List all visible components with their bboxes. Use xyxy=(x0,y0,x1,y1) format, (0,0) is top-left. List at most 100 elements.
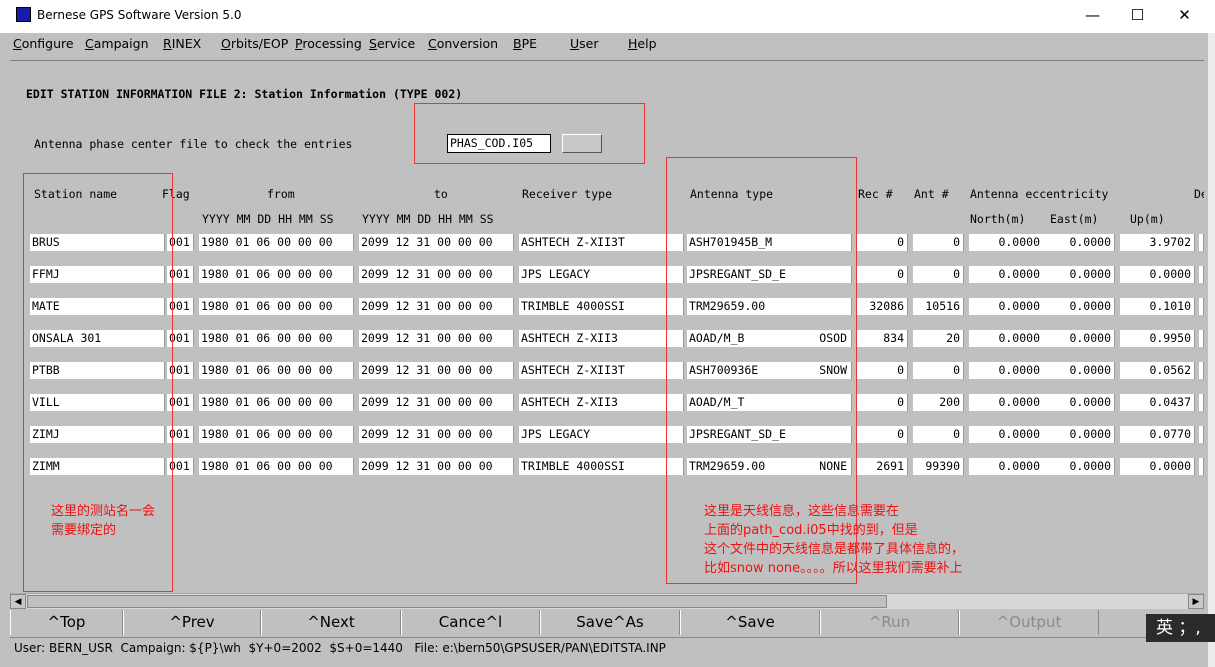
from-date-field[interactable]: 1980 01 06 00 00 00 xyxy=(199,394,354,411)
menu-bpe[interactable]: BPE xyxy=(513,36,537,51)
output-button[interactable]: ^Output xyxy=(959,610,1099,635)
horizontal-scrollbar[interactable]: ◀ ▶ xyxy=(10,593,1204,609)
up-field[interactable]: 3.9702 xyxy=(1120,234,1195,251)
cancel-button[interactable]: Cance^l xyxy=(401,610,540,635)
north-field[interactable]: 0.0000 xyxy=(969,394,1044,411)
east-field[interactable]: 0.0000 xyxy=(1040,234,1115,251)
receiver-type-field[interactable]: ASHTECH Z-XII3T xyxy=(519,362,684,379)
menu-service[interactable]: Service xyxy=(369,36,415,51)
from-date-field[interactable]: 1980 01 06 00 00 00 xyxy=(199,266,354,283)
north-field[interactable]: 0.0000 xyxy=(969,234,1044,251)
rec-number-field[interactable]: 0 xyxy=(857,266,908,283)
description-field[interactable] xyxy=(1199,234,1204,251)
east-field[interactable]: 0.0000 xyxy=(1040,330,1115,347)
up-field[interactable]: 0.9950 xyxy=(1120,330,1195,347)
ant-number-field[interactable]: 0 xyxy=(913,362,964,379)
rec-number-field[interactable]: 0 xyxy=(857,234,908,251)
up-field[interactable]: 0.1010 xyxy=(1120,298,1195,315)
top-button[interactable]: ^Top xyxy=(10,610,123,635)
header-to: to xyxy=(434,187,448,201)
east-field[interactable]: 0.0000 xyxy=(1040,458,1115,475)
to-date-field[interactable]: 2099 12 31 00 00 00 xyxy=(359,234,514,251)
up-field[interactable]: 0.0000 xyxy=(1120,458,1195,475)
north-field[interactable]: 0.0000 xyxy=(969,298,1044,315)
close-button[interactable]: ✕ xyxy=(1162,0,1207,31)
north-field[interactable]: 0.0000 xyxy=(969,266,1044,283)
menu-help[interactable]: Help xyxy=(628,36,657,51)
from-date-field[interactable]: 1980 01 06 00 00 00 xyxy=(199,362,354,379)
next-button[interactable]: ^Next xyxy=(261,610,401,635)
up-field[interactable]: 0.0437 xyxy=(1120,394,1195,411)
ant-number-field[interactable]: 0 xyxy=(913,426,964,443)
east-field[interactable]: 0.0000 xyxy=(1040,426,1115,443)
menu-campaign[interactable]: Campaign xyxy=(85,36,149,51)
to-date-field[interactable]: 2099 12 31 00 00 00 xyxy=(359,426,514,443)
save-button[interactable]: ^Save xyxy=(680,610,820,635)
receiver-type-field[interactable]: ASHTECH Z-XII3 xyxy=(519,330,684,347)
north-field[interactable]: 0.0000 xyxy=(969,426,1044,443)
north-field[interactable]: 0.0000 xyxy=(969,330,1044,347)
ant-number-field[interactable]: 200 xyxy=(913,394,964,411)
to-date-field[interactable]: 2099 12 31 00 00 00 xyxy=(359,458,514,475)
receiver-type-field[interactable]: JPS LEGACY xyxy=(519,266,684,283)
north-field[interactable]: 0.0000 xyxy=(969,458,1044,475)
description-field[interactable] xyxy=(1199,458,1204,475)
prev-button[interactable]: ^Prev xyxy=(123,610,261,635)
up-field[interactable]: 0.0562 xyxy=(1120,362,1195,379)
north-field[interactable]: 0.0000 xyxy=(969,362,1044,379)
east-field[interactable]: 0.0000 xyxy=(1040,266,1115,283)
from-date-field[interactable]: 1980 01 06 00 00 00 xyxy=(199,458,354,475)
receiver-type-field[interactable]: TRIMBLE 4000SSI xyxy=(519,298,684,315)
menu-user[interactable]: User xyxy=(570,36,599,51)
scroll-left-icon[interactable]: ◀ xyxy=(10,594,26,609)
up-field[interactable]: 0.0770 xyxy=(1120,426,1195,443)
receiver-type-field[interactable]: TRIMBLE 4000SSI xyxy=(519,458,684,475)
ant-number-field[interactable]: 0 xyxy=(913,266,964,283)
description-field[interactable] xyxy=(1199,266,1204,283)
description-field[interactable] xyxy=(1199,394,1204,411)
description-field[interactable] xyxy=(1199,330,1204,347)
ant-number-field[interactable]: 0 xyxy=(913,234,964,251)
scroll-right-icon[interactable]: ▶ xyxy=(1188,594,1204,609)
east-field[interactable]: 0.0000 xyxy=(1040,362,1115,379)
receiver-type-field[interactable]: JPS LEGACY xyxy=(519,426,684,443)
menu-rinex[interactable]: RINEX xyxy=(163,36,201,51)
from-date-field[interactable]: 1980 01 06 00 00 00 xyxy=(199,234,354,251)
to-date-field[interactable]: 2099 12 31 00 00 00 xyxy=(359,298,514,315)
receiver-type-field[interactable]: ASHTECH Z-XII3 xyxy=(519,394,684,411)
up-field[interactable]: 0.0000 xyxy=(1120,266,1195,283)
to-date-field[interactable]: 2099 12 31 00 00 00 xyxy=(359,266,514,283)
scroll-thumb[interactable] xyxy=(27,595,887,608)
rec-number-field[interactable]: 2691 xyxy=(857,458,908,475)
receiver-type-field[interactable]: ASHTECH Z-XII3T xyxy=(519,234,684,251)
save-as-button[interactable]: Save^As xyxy=(540,610,680,635)
east-field[interactable]: 0.0000 xyxy=(1040,394,1115,411)
ime-indicator[interactable]: 英 ；, xyxy=(1146,614,1215,642)
to-date-field[interactable]: 2099 12 31 00 00 00 xyxy=(359,362,514,379)
status-text: User: BERN_USR Campaign: ${P}\wh $Y+0=20… xyxy=(14,641,666,655)
run-button[interactable]: ^Run xyxy=(820,610,959,635)
rec-number-field[interactable]: 834 xyxy=(857,330,908,347)
ant-number-field[interactable]: 20 xyxy=(913,330,964,347)
to-date-field[interactable]: 2099 12 31 00 00 00 xyxy=(359,330,514,347)
rec-number-field[interactable]: 0 xyxy=(857,362,908,379)
to-date-field[interactable]: 2099 12 31 00 00 00 xyxy=(359,394,514,411)
rec-number-field[interactable]: 0 xyxy=(857,394,908,411)
ant-number-field[interactable]: 10516 xyxy=(913,298,964,315)
ant-number-field[interactable]: 99390 xyxy=(913,458,964,475)
maximize-button[interactable]: ☐ xyxy=(1115,0,1160,31)
rec-number-field[interactable]: 32086 xyxy=(857,298,908,315)
minimize-button[interactable]: — xyxy=(1070,0,1115,31)
menu-conversion[interactable]: Conversion xyxy=(428,36,498,51)
description-field[interactable] xyxy=(1199,298,1204,315)
east-field[interactable]: 0.0000 xyxy=(1040,298,1115,315)
from-date-field[interactable]: 1980 01 06 00 00 00 xyxy=(199,330,354,347)
menu-orbits-eop[interactable]: Orbits/EOP xyxy=(221,36,288,51)
description-field[interactable] xyxy=(1199,362,1204,379)
menu-configure[interactable]: Configure xyxy=(13,36,74,51)
rec-number-field[interactable]: 0 xyxy=(857,426,908,443)
from-date-field[interactable]: 1980 01 06 00 00 00 xyxy=(199,426,354,443)
description-field[interactable] xyxy=(1199,426,1204,443)
menu-processing[interactable]: Processing xyxy=(295,36,362,51)
from-date-field[interactable]: 1980 01 06 00 00 00 xyxy=(199,298,354,315)
